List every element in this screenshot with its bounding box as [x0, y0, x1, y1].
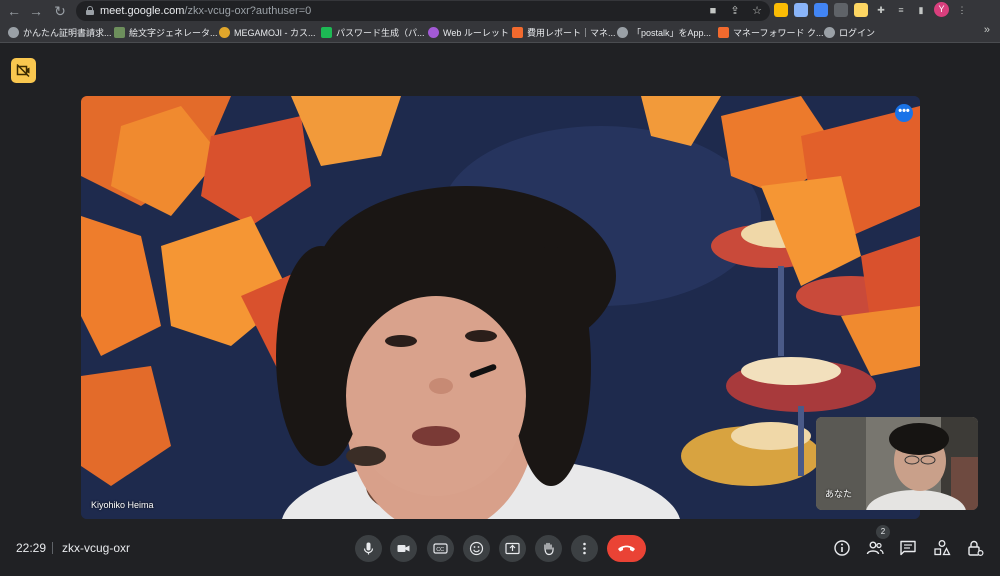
- video-camera-icon: [397, 545, 410, 552]
- favicon-icon: [512, 26, 523, 38]
- bookmark-item[interactable]: 費用レポート｜マネ...: [512, 25, 616, 39]
- lock-icon[interactable]: [86, 6, 94, 15]
- chat-icon[interactable]: [899, 539, 917, 557]
- video-off-icon: [16, 63, 30, 78]
- present-icon: [505, 542, 520, 555]
- meeting-code: zkx-vcug-oxr: [62, 541, 131, 555]
- divider: [52, 542, 53, 554]
- self-view-tile[interactable]: あなた: [816, 417, 978, 510]
- address-bar[interactable]: meet.google.com/zkx-vcug-oxr?authuser=0 …: [76, 1, 770, 21]
- emoji-icon: [469, 541, 484, 556]
- microphone-icon: [363, 542, 374, 555]
- microphone-button[interactable]: [355, 535, 382, 562]
- media-icon[interactable]: ≡: [894, 3, 908, 17]
- svg-text:CC: CC: [436, 547, 444, 553]
- host-controls-icon[interactable]: [966, 539, 984, 557]
- closed-captions-icon: CC: [433, 543, 448, 554]
- globe-icon: [8, 26, 19, 38]
- extension-icon[interactable]: [794, 2, 808, 17]
- browser-toolbar: ← → ↻ meet.google.com/zkx-vcug-oxr?authu…: [0, 0, 1000, 22]
- bookmark-item[interactable]: 絵文字ジェネレータ...: [114, 25, 218, 39]
- more-vert-icon: [583, 542, 586, 555]
- bookmarks-bar: かんたん証明書請求... 絵文字ジェネレータ... MEGAMOJI - カス.…: [0, 22, 1000, 43]
- forward-icon[interactable]: →: [26, 1, 46, 21]
- back-icon[interactable]: ←: [4, 1, 24, 21]
- menu-icon[interactable]: ⋮: [955, 3, 969, 17]
- clock-time: 22:29: [16, 541, 47, 555]
- hand-icon: [544, 542, 554, 556]
- puzzle-icon[interactable]: ✚: [874, 3, 888, 17]
- bookmark-item[interactable]: かんたん証明書請求...: [8, 25, 112, 39]
- extension-icon[interactable]: [814, 2, 828, 17]
- bookmark-item[interactable]: マネーフォワード ク...: [718, 25, 823, 39]
- bookmark-item[interactable]: パスワード生成（パ...: [321, 25, 425, 39]
- bookmark-item[interactable]: 「postalk」をApp...: [617, 25, 711, 39]
- captions-button[interactable]: CC: [427, 535, 454, 562]
- leave-call-button[interactable]: [607, 535, 646, 562]
- meeting-info-icon[interactable]: [833, 539, 851, 557]
- favicon-icon: [219, 26, 230, 38]
- star-icon[interactable]: ☆: [750, 3, 764, 19]
- favicon-icon: [321, 26, 332, 38]
- bookmark-item[interactable]: MEGAMOJI - カス...: [219, 25, 316, 39]
- share-icon[interactable]: ⇪: [728, 3, 742, 19]
- main-video-tile[interactable]: Kiyohiko Heima •••: [81, 96, 920, 519]
- bookmarks-overflow-button[interactable]: »: [984, 24, 990, 36]
- people-icon[interactable]: [866, 539, 884, 557]
- camera-off-indicator[interactable]: [11, 58, 36, 83]
- camera-permission-icon[interactable]: ■: [706, 3, 720, 19]
- reload-icon[interactable]: ↻: [50, 1, 70, 21]
- favicon-icon: [114, 26, 125, 38]
- favicon-icon: [718, 26, 729, 38]
- present-screen-button[interactable]: [499, 535, 526, 562]
- more-options-button[interactable]: •••: [895, 104, 913, 122]
- participant-count-badge: 2: [876, 525, 890, 539]
- hang-up-icon: [618, 545, 635, 552]
- bookmark-item[interactable]: ログイン: [824, 25, 875, 39]
- activities-icon[interactable]: [933, 539, 951, 557]
- participant-name: Kiyohiko Heima: [91, 500, 154, 510]
- side-panel-icon[interactable]: ▮: [914, 3, 928, 17]
- extension-icon[interactable]: [834, 2, 848, 17]
- globe-icon: [617, 26, 628, 38]
- control-bar: 22:29 zkx-vcug-oxr CC: [0, 528, 1000, 576]
- camera-button[interactable]: [390, 535, 417, 562]
- profile-avatar[interactable]: Y: [934, 2, 949, 17]
- extension-icon[interactable]: [854, 2, 868, 17]
- bookmark-item[interactable]: Web ルーレット: [428, 25, 509, 39]
- self-label: あなた: [825, 489, 853, 499]
- more-actions-button[interactable]: [571, 535, 598, 562]
- globe-icon: [824, 26, 835, 38]
- reactions-button[interactable]: [463, 535, 490, 562]
- favicon-icon: [428, 26, 439, 38]
- autumn-background-video: [81, 96, 920, 519]
- raise-hand-button[interactable]: [535, 535, 562, 562]
- url-text: meet.google.com/zkx-vcug-oxr?authuser=0: [100, 5, 312, 17]
- extension-icon[interactable]: [774, 2, 788, 17]
